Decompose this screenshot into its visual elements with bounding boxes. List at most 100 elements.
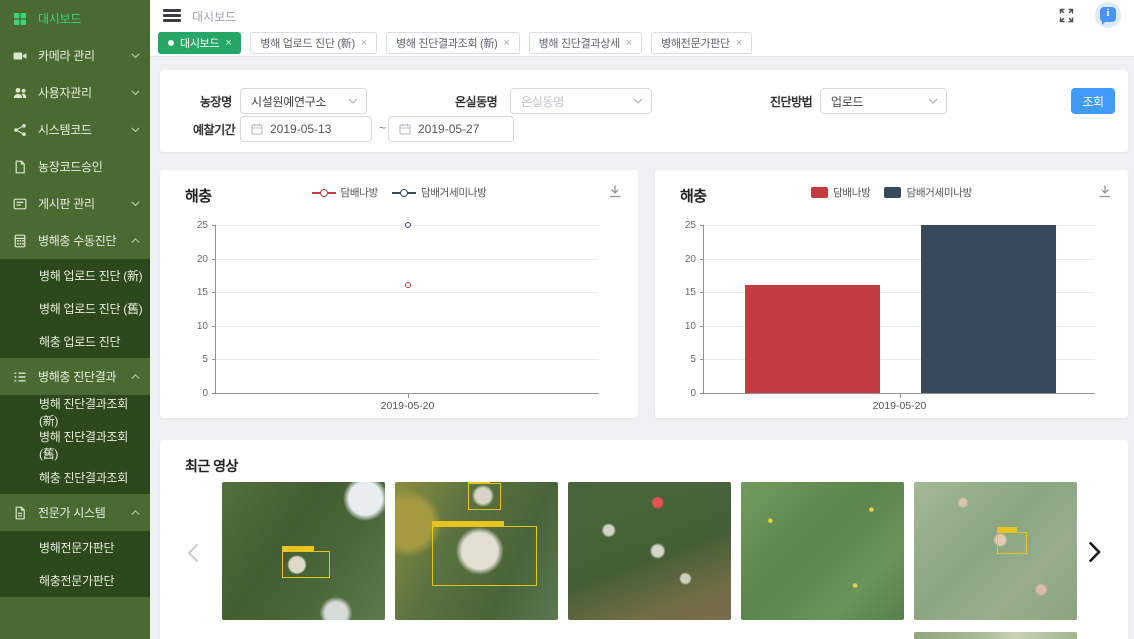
sidebar-item-label: 대시보드 bbox=[38, 10, 140, 27]
sidebar-submenu: 병해 진단결과조회 (新)병해 진단결과조회 (舊)해충 진단결과조회 bbox=[0, 395, 150, 494]
tab-0[interactable]: 대시보드 × bbox=[158, 32, 241, 54]
x-axis-tick-label: 2019-05-20 bbox=[381, 400, 435, 412]
y-axis-tick bbox=[700, 393, 704, 394]
sidebar-item-6[interactable]: 병해충 수동진단 bbox=[0, 222, 150, 259]
detection-box bbox=[997, 532, 1027, 555]
sidebar-item-label: 사용자관리 bbox=[38, 84, 131, 101]
y-axis-tick-label: 0 bbox=[668, 388, 696, 399]
sidebar-subitem[interactable]: 병해전문가판단 bbox=[0, 531, 150, 564]
camera-icon bbox=[13, 49, 27, 63]
method-select[interactable]: 업로드 bbox=[820, 88, 947, 114]
tab-label: 병해전문가판단 bbox=[661, 35, 730, 51]
sidebar-item-label: 시스템코드 bbox=[38, 121, 131, 138]
active-tab-dot bbox=[168, 40, 174, 46]
y-axis-tick-label: 10 bbox=[668, 321, 696, 332]
chevron-down-icon bbox=[131, 127, 140, 133]
download-icon[interactable] bbox=[1098, 184, 1112, 198]
sidebar-item-0[interactable]: 대시보드 bbox=[0, 0, 150, 37]
data-point-담배거세미나방[interactable] bbox=[405, 222, 411, 228]
x-axis-tick bbox=[900, 393, 901, 398]
tab-2[interactable]: 병해 진단결과조회 (新) × bbox=[386, 32, 520, 54]
x-axis-tick-label: 2019-05-20 bbox=[873, 400, 927, 412]
tab-close-icon[interactable]: × bbox=[626, 38, 632, 49]
sidebar-submenu: 병해전문가판단해충전문가판단 bbox=[0, 531, 150, 597]
chevron-up-icon bbox=[131, 374, 140, 380]
sidebar-item-4[interactable]: 농장코드승인 bbox=[0, 148, 150, 185]
sidebar-subitem[interactable]: 병해 진단결과조회 (新) bbox=[0, 395, 150, 428]
sidebar-item-3[interactable]: 시스템코드 bbox=[0, 111, 150, 148]
period-separator: ~ bbox=[379, 121, 386, 135]
plant-photo-partial[interactable] bbox=[914, 632, 1077, 639]
sidebar-subitem[interactable]: 해충전문가판단 bbox=[0, 564, 150, 597]
photo-carousel bbox=[222, 482, 1077, 620]
tab-label: 대시보드 bbox=[180, 35, 219, 51]
tomato-leaf-photo-1[interactable] bbox=[222, 482, 385, 620]
data-point-담배나방[interactable] bbox=[405, 282, 411, 288]
tomato-leaf-photo-2[interactable] bbox=[395, 482, 558, 620]
y-axis-tick-label: 25 bbox=[180, 220, 208, 231]
carousel-next-icon[interactable] bbox=[1088, 541, 1101, 563]
chart-plot-area: 05101520252019-05-20 bbox=[703, 225, 1095, 394]
chart-plot-area: 05101520252019-05-20 bbox=[215, 225, 599, 394]
sidebar-item-8[interactable]: 전문가 시스템 bbox=[0, 494, 150, 531]
pest-bar-chart-card: 해충 담배나방담배거세미나방 05101520252019-05-20 bbox=[655, 170, 1128, 418]
chat-info-icon[interactable] bbox=[1095, 2, 1121, 28]
y-axis-tick bbox=[212, 326, 216, 327]
farm-label: 농장명 bbox=[200, 93, 232, 110]
sidebar-subitem[interactable]: 해충 진단결과조회 bbox=[0, 461, 150, 494]
legend-item[interactable]: 담배나방 bbox=[811, 185, 870, 200]
expert-system-icon bbox=[13, 506, 27, 520]
y-axis-tick bbox=[700, 225, 704, 226]
sidebar-item-2[interactable]: 사용자관리 bbox=[0, 74, 150, 111]
chevron-down-icon bbox=[928, 98, 938, 104]
y-axis-tick bbox=[212, 359, 216, 360]
sidebar-subitem[interactable]: 병해 업로드 진단 (新) bbox=[0, 259, 150, 292]
sidebar-item-label: 농장코드승인 bbox=[38, 158, 140, 175]
y-axis-tick-label: 10 bbox=[180, 321, 208, 332]
tomato-leaf-photo-5[interactable] bbox=[914, 482, 1077, 620]
sidebar-subitem[interactable]: 병해 진단결과조회 (舊) bbox=[0, 428, 150, 461]
y-axis-tick-label: 20 bbox=[180, 254, 208, 265]
y-axis-tick bbox=[212, 393, 216, 394]
tomato-plant-photo-4[interactable] bbox=[741, 482, 904, 620]
tab-1[interactable]: 병해 업로드 진단 (新)× bbox=[250, 32, 377, 54]
carousel-prev-icon[interactable] bbox=[187, 543, 199, 563]
bar-담배거세미나방[interactable] bbox=[921, 225, 1056, 393]
legend-item[interactable]: 담배거세미나방 bbox=[884, 185, 972, 200]
y-axis-tick-label: 25 bbox=[668, 220, 696, 231]
tomato-leaf-photo-3[interactable] bbox=[568, 482, 731, 620]
sidebar-item-label: 전문가 시스템 bbox=[38, 504, 131, 521]
period-from-input[interactable]: 2019-05-13 bbox=[240, 116, 372, 142]
download-icon[interactable] bbox=[608, 184, 622, 198]
hamburger-menu-icon[interactable] bbox=[163, 9, 181, 22]
sidebar-item-7[interactable]: 병해충 진단결과 bbox=[0, 358, 150, 395]
tab-4[interactable]: 병해전문가판단 × bbox=[651, 32, 752, 54]
tab-close-icon[interactable]: × bbox=[225, 38, 231, 49]
farm-code-icon bbox=[13, 160, 27, 174]
sidebar-item-1[interactable]: 카메라 관리 bbox=[0, 37, 150, 74]
tab-close-icon[interactable]: × bbox=[503, 38, 509, 49]
chart-legend: 담배나방 담배거세미나방 bbox=[655, 185, 1128, 200]
tab-close-icon[interactable]: × bbox=[736, 38, 742, 49]
legend-item[interactable]: 담배나방 bbox=[312, 185, 378, 200]
sidebar-item-label: 게시판 관리 bbox=[38, 195, 131, 212]
period-to-input[interactable]: 2019-05-27 bbox=[388, 116, 514, 142]
farm-select[interactable]: 시설원예연구소 bbox=[240, 88, 367, 114]
y-axis-tick bbox=[212, 292, 216, 293]
tab-3[interactable]: 병해 진단결과상세× bbox=[529, 32, 642, 54]
pest-scatter-chart-card: 해충 담배나방담배거세미나방 05101520252019-05-20 bbox=[160, 170, 638, 418]
legend-label: 담배나방 bbox=[341, 185, 378, 200]
fullscreen-icon[interactable] bbox=[1059, 8, 1074, 23]
sidebar-subitem[interactable]: 병해 업로드 진단 (舊) bbox=[0, 292, 150, 325]
sidebar-item-label: 병해충 수동진단 bbox=[38, 232, 131, 249]
greenhouse-select[interactable]: 온실동명 bbox=[510, 88, 652, 114]
legend-item[interactable]: 담배거세미나방 bbox=[392, 185, 487, 200]
bar-담배나방[interactable] bbox=[745, 285, 880, 393]
y-axis-tick bbox=[700, 292, 704, 293]
search-button[interactable]: 조회 bbox=[1071, 88, 1115, 114]
sidebar-item-5[interactable]: 게시판 관리 bbox=[0, 185, 150, 222]
tab-close-icon[interactable]: × bbox=[361, 38, 367, 49]
chevron-up-icon bbox=[131, 510, 140, 516]
tab-label: 병해 진단결과조회 (新) bbox=[396, 35, 498, 51]
sidebar-subitem[interactable]: 해충 업로드 진단 bbox=[0, 325, 150, 358]
